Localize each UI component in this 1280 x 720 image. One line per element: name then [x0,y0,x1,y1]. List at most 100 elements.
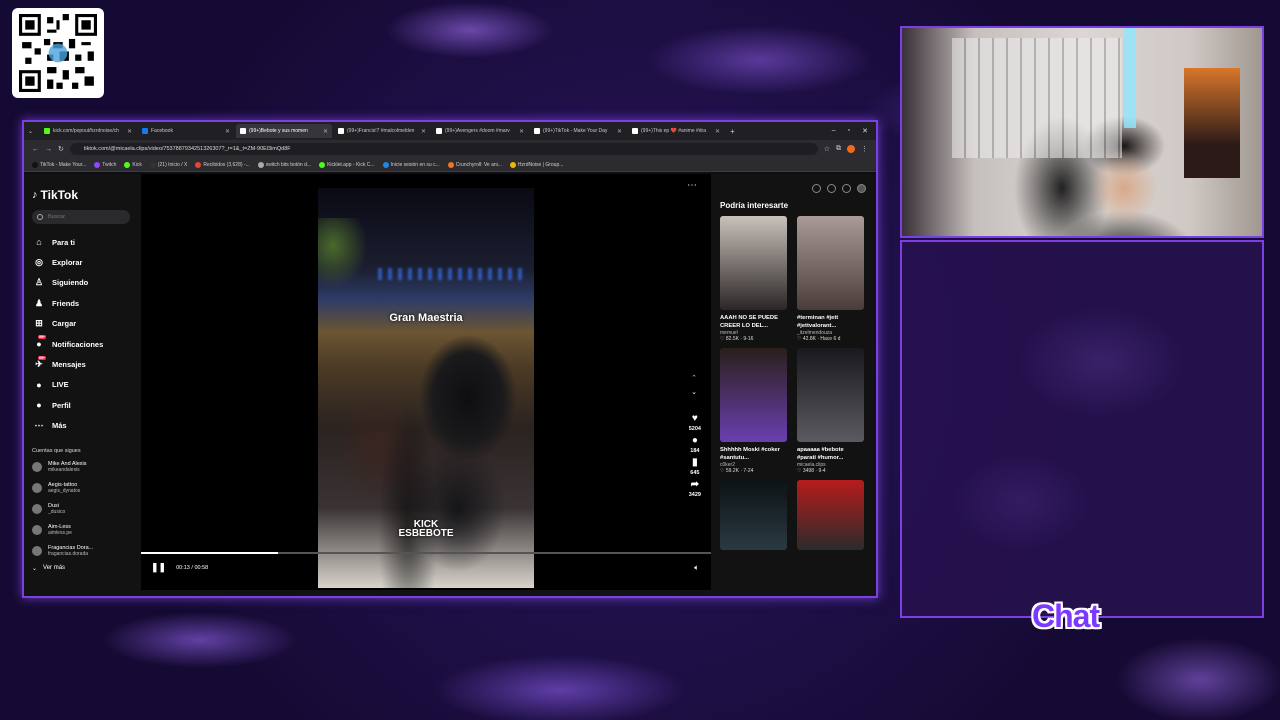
volume-icon[interactable]: 🔈︎ [694,563,699,573]
extensions-icon[interactable]: ⧉ [836,145,841,153]
browser-tab[interactable]: (99+)Avengers #doom #marv ✕ [432,124,528,138]
tab-bar: ⌄ kick.com/popout/hzrdnoise/ch ✕ Facebook ✕… [24,122,876,140]
url-field[interactable]: tiktok.com/@micaela.clips/video/75378879… [69,143,818,155]
see-more-link[interactable]: ⌄ Ver más [32,565,130,572]
more-options-icon[interactable]: ⋯ [687,180,697,191]
pause-icon[interactable]: ❚❚ [151,562,166,573]
recommended-video[interactable] [720,480,787,550]
bookmark-item[interactable]: Inicie sesión en su c... [382,161,440,168]
settings-icon[interactable] [812,184,821,193]
previous-video-icon[interactable]: ⌃ [691,374,697,382]
search-input[interactable]: Buscar [32,210,130,224]
heart-icon: ♥ [691,413,698,424]
menu-icon[interactable]: ⋮ [861,145,868,153]
bookmark-item[interactable]: Kick [124,161,142,168]
avatar [32,462,42,473]
sidebar-item[interactable]: ⋯ Más [32,416,130,436]
bookmark-item[interactable]: Kicklet.app - Kick C... [319,161,375,168]
sidebar-item[interactable]: ✈ 99+ Mensajes [32,354,130,374]
close-window-icon[interactable]: ✕ [862,127,868,135]
bookmark-item[interactable]: Crunchyroll: Ve ani... [447,161,502,168]
next-video-icon[interactable]: ⌄ [691,388,697,396]
sidebar-item[interactable]: ⌂ Para ti [32,232,130,252]
sidebar-item[interactable]: ● 99+ Notificaciones [32,334,130,354]
followed-account[interactable]: Dusi _dusico [32,502,130,517]
browser-tab[interactable]: (99+)TikTok - Make Your Day ✕ [530,124,626,138]
minimize-icon[interactable]: – [832,127,836,135]
sidebar-item[interactable]: ◎ Explorar [32,252,130,272]
followed-account[interactable]: Mike And Alexis mikeandalexis [32,460,130,475]
upload-icon: ⊞ [35,318,43,329]
profile-icon[interactable] [847,145,855,153]
browser-tab[interactable]: (99+)Bebote y sus momen ✕ [236,124,332,138]
recommended-video[interactable] [797,480,864,550]
bookmark-label: Recibidos (3,628) -... [203,161,250,168]
new-tab-icon[interactable]: + [730,127,735,136]
share-button[interactable]: ➦ 3429 [689,480,701,499]
tiktok-logo[interactable]: ♪ TikTok [32,188,130,202]
tab-close-icon[interactable]: ✕ [421,128,426,135]
reload-icon[interactable]: ↻ [58,145,64,153]
bookmark-star-icon[interactable]: ☆ [824,145,830,153]
forward-icon[interactable]: → [45,146,52,153]
video-thumbnail[interactable] [797,216,864,310]
back-icon[interactable]: ← [32,146,39,153]
home-icon: ⌂ [36,237,42,248]
account-username: aimless.pe [48,530,72,537]
maximize-icon[interactable]: ▫ [848,127,850,135]
like-button[interactable]: ♥ 5204 [689,413,701,433]
tab-close-icon[interactable]: ✕ [127,128,132,135]
bookmark-item[interactable]: switch bits botón d... [257,161,311,168]
recommended-video[interactable]: AAAH NO SE PUEDE CREER LO DEL... memuel ♡ … [720,216,787,342]
comment-button[interactable]: ● 184 [690,436,699,455]
video-thumbnail[interactable] [720,348,787,442]
recommended-video[interactable]: #terminan #jett #jettvalorant... _itzelme… [797,216,864,342]
sidebar-item[interactable]: ⊞ Cargar [32,314,130,334]
download-icon[interactable] [842,184,851,193]
followed-account[interactable]: Aegis-tattoo aegis_dynatos [32,481,130,496]
bookmark-item[interactable]: TikTok - Make Your... [32,161,86,168]
video-player[interactable]: Gran Maestria KICK ESBEBOTE ⋯ ⌃ ⌄ ♥ 5204… [141,174,711,590]
followed-account[interactable]: Fragancias Dora... fragancias.dorada [32,544,130,559]
avatar [32,525,42,536]
video-nav-arrows: ⌃ ⌄ [691,374,697,396]
bookmark-favicon-icon [195,161,202,168]
tab-close-icon[interactable]: ✕ [225,128,230,135]
bookmark-item[interactable]: Recibidos (3,628) -... [195,161,250,168]
recommended-video[interactable]: Shhhhh Moski #coker #santutu... c0ker2 ♡ 5… [720,348,787,474]
browser-tab[interactable]: (99+)This ep ❤️ #anime #dra ✕ [628,124,724,138]
browser-tab[interactable]: kick.com/popout/hzrdnoise/ch ✕ [40,124,136,138]
bookmark-item[interactable]: HzrdNoise | Group... [509,161,563,168]
progress-bar[interactable] [141,552,711,554]
wall-posters [952,38,1122,158]
video-frame[interactable]: Gran Maestria KICK ESBEBOTE [318,188,534,588]
sidebar-item[interactable]: ● Perfil [32,395,130,415]
bookmark-item[interactable]: (21) Inicio / X [149,161,187,168]
sidebar-item[interactable]: ● LIVE [32,375,130,395]
video-stats: ♡ 3498 · 9-4 [797,468,826,474]
video-thumbnail[interactable] [797,348,864,442]
tab-close-icon[interactable]: ✕ [323,128,328,135]
video-thumbnail[interactable] [720,480,787,550]
account-icon[interactable] [857,184,866,193]
recommended-video[interactable]: apaaaaa #bebote #parati #humor... micaela… [797,348,864,474]
video-thumbnail[interactable] [797,480,864,550]
bookmark-favicon-icon [382,161,389,168]
sidebar-item[interactable]: ♙ Siguiendo [32,273,130,293]
sidebar-item[interactable]: ♟ Friends [32,293,130,313]
sidebar-item-label: Siguiendo [52,278,89,288]
see-more-label: Ver más [43,564,66,571]
browser-tab[interactable]: Facebook ✕ [138,124,234,138]
browser-tab[interactable]: (99+)Francis!7 #malcolmelden ✕ [334,124,430,138]
bookmark-favicon-icon [319,161,326,168]
video-thumbnail[interactable] [720,216,787,310]
tab-close-icon[interactable]: ✕ [519,128,524,135]
bookmark-item[interactable]: Twitch [94,161,116,168]
tab-close-icon[interactable]: ✕ [715,128,720,135]
video-stats: ♡ 82.5K · 9-16 [720,336,754,342]
tab-close-icon[interactable]: ✕ [617,128,622,135]
save-button[interactable]: ▮ 645 [690,458,699,477]
followed-account[interactable]: Aim-Less aimless.pe [32,523,130,538]
device-icon[interactable] [827,184,836,193]
tab-search-icon[interactable]: ⌄ [28,128,38,135]
